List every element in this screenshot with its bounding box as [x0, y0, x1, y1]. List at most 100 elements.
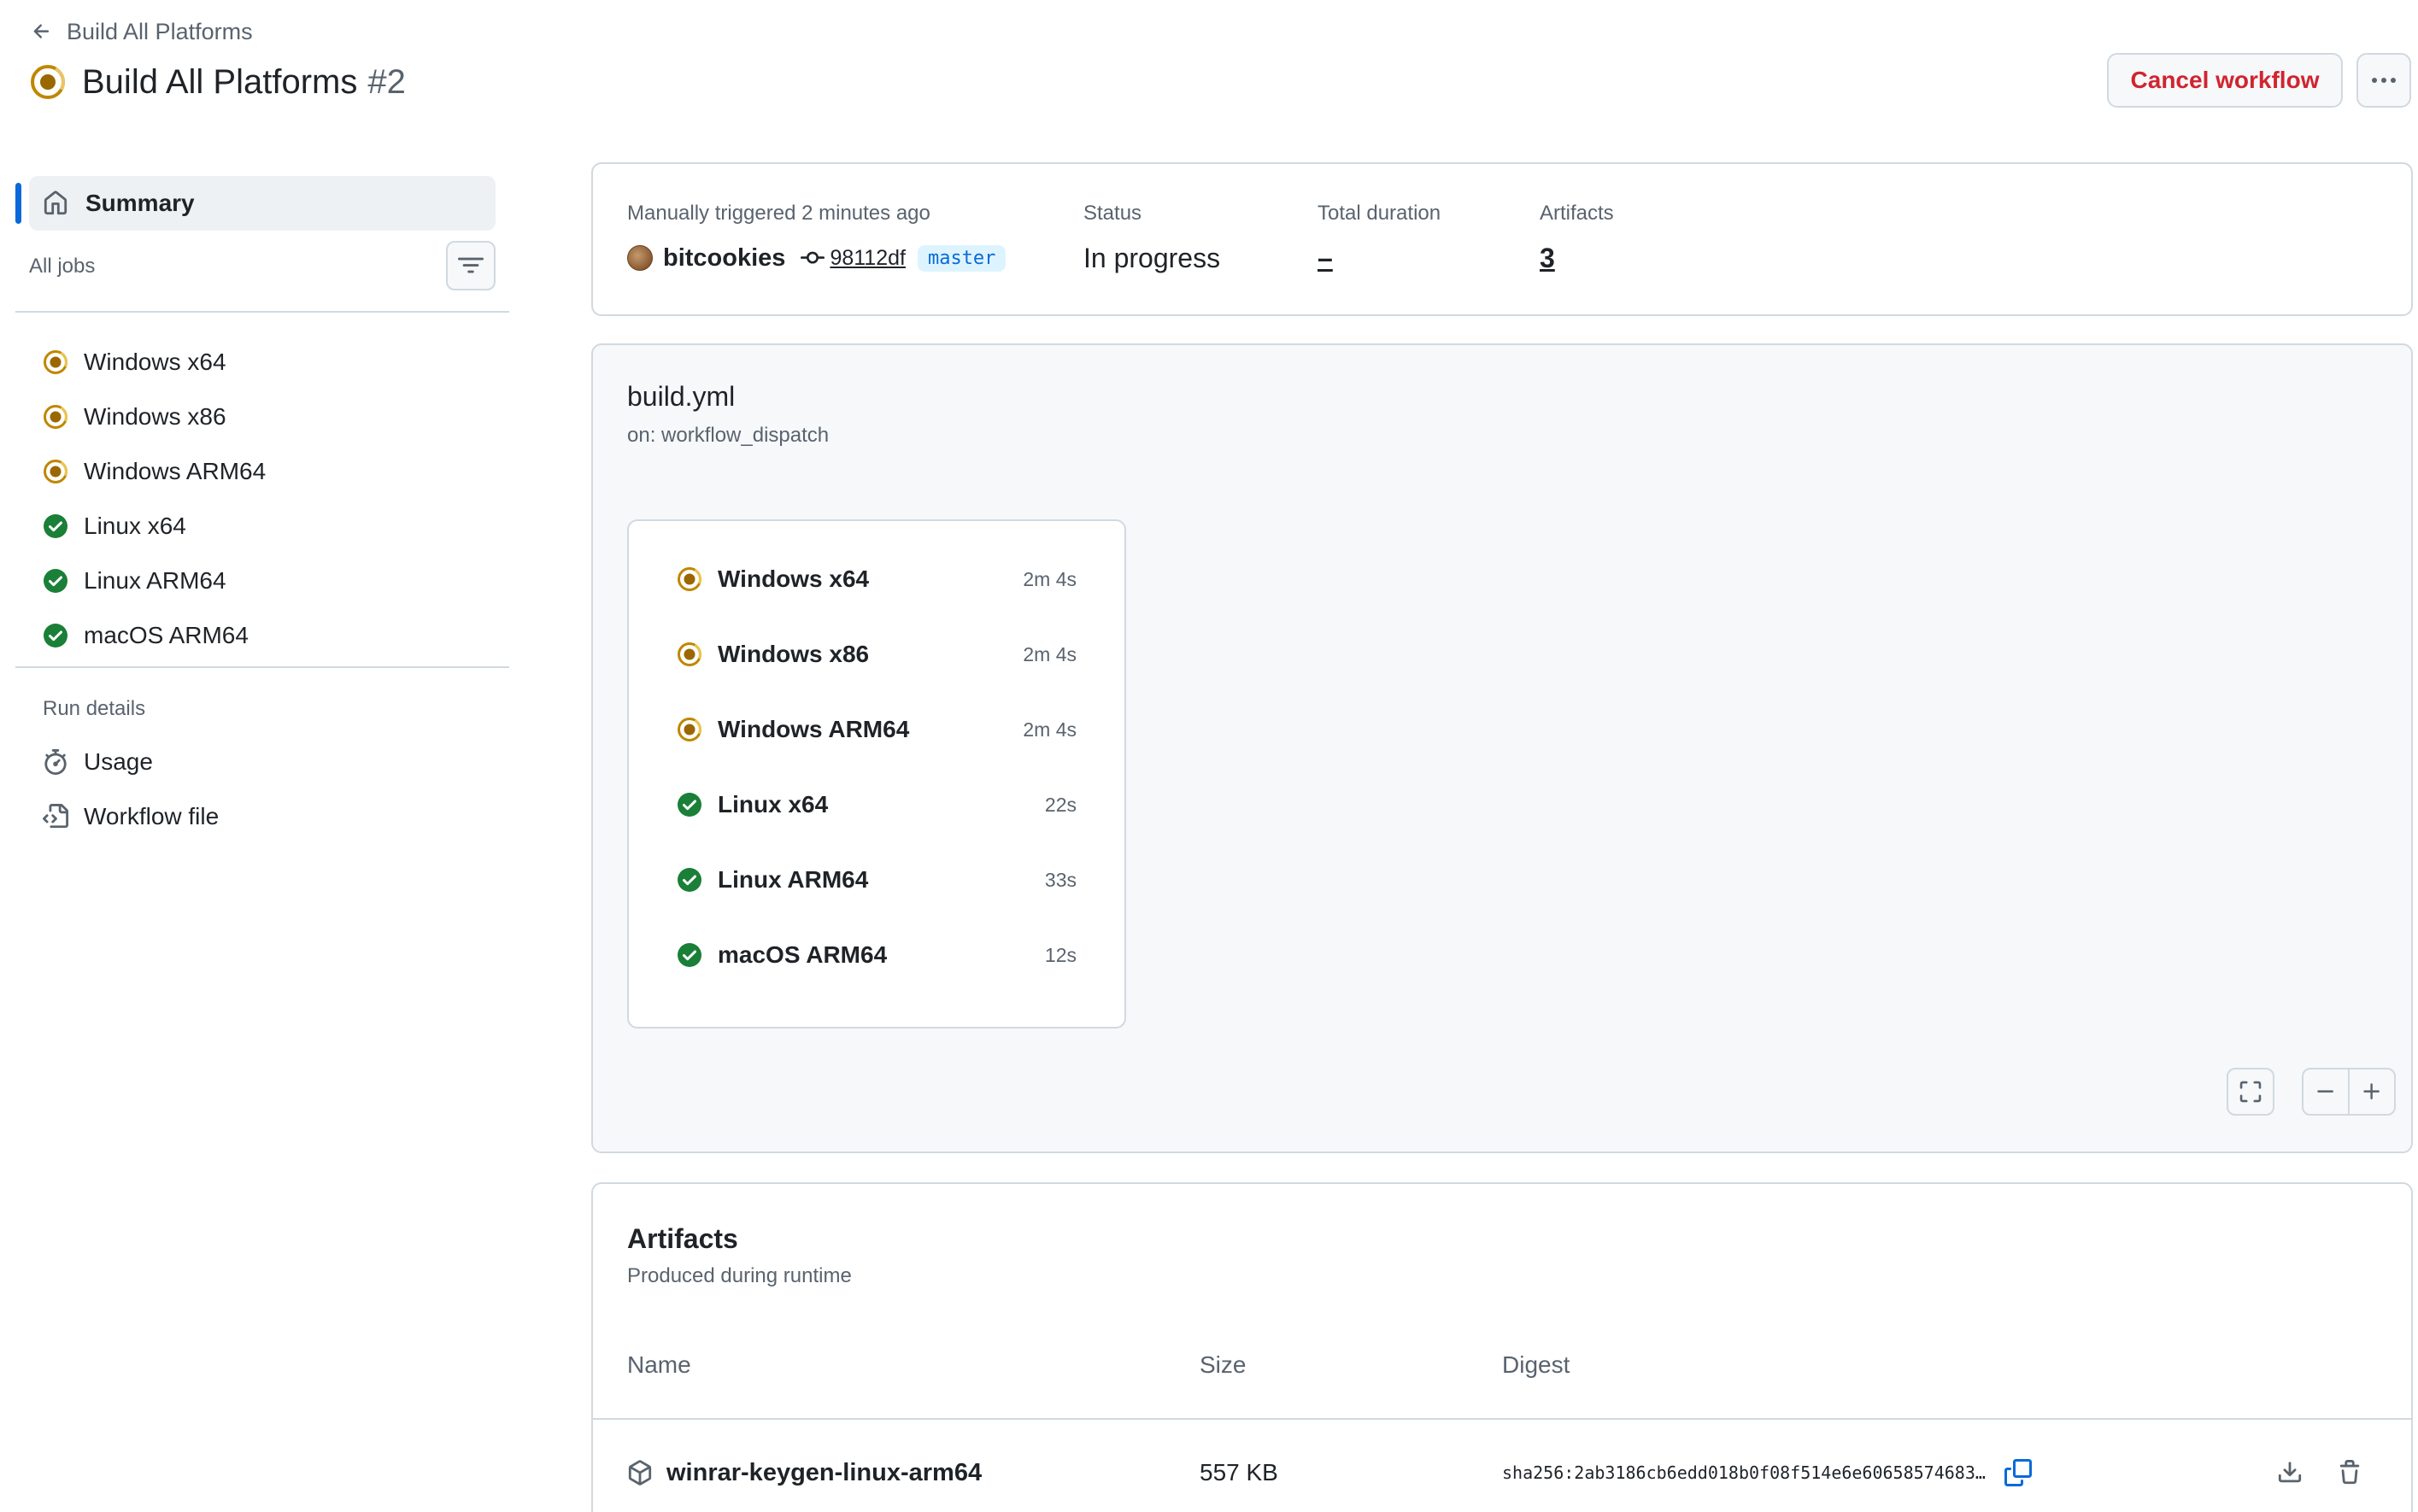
copy-digest-button[interactable]	[1998, 1452, 2039, 1493]
job-duration: 12s	[1044, 943, 1077, 966]
sidebar-item-workflow-file[interactable]: Workflow file	[43, 789, 487, 844]
job-name: Linux x64	[84, 513, 186, 539]
artifacts-count-label: Artifacts	[1540, 202, 1614, 225]
artifacts-subtitle: Produced during runtime	[627, 1264, 852, 1287]
zoom-in-button[interactable]	[2350, 1070, 2394, 1114]
check-circle-icon	[677, 942, 702, 968]
graph-job-linux-arm64[interactable]: Linux ARM64 33s	[629, 842, 1124, 917]
job-name: Linux x64	[718, 791, 829, 818]
column-header-name: Name	[627, 1351, 691, 1378]
job-group-card: Windows x64 2m 4s Windows x86 2m 4s Wind…	[627, 519, 1126, 1029]
graph-job-macos-arm64[interactable]: macOS ARM64 12s	[629, 917, 1124, 993]
sidebar-divider	[15, 666, 509, 668]
artifact-digest-cell: sha256:2ab3186cb6edd018b0f08f514e6e60658…	[1502, 1452, 2039, 1493]
plus-icon	[2363, 1083, 2380, 1099]
sidebar-job-windows-arm64[interactable]: Windows ARM64	[43, 444, 504, 499]
check-circle-icon	[43, 623, 68, 648]
job-duration: 33s	[1044, 868, 1077, 891]
job-name: Windows ARM64	[718, 716, 910, 742]
in-progress-icon	[677, 642, 702, 667]
in-progress-icon	[43, 404, 68, 430]
usage-label: Usage	[84, 748, 153, 775]
file-code-icon	[43, 804, 68, 829]
copy-icon	[2004, 1459, 2032, 1486]
check-circle-icon	[677, 867, 702, 893]
filter-icon	[458, 257, 484, 273]
dash-icon	[2317, 1090, 2333, 1093]
sidebar: Summary All jobs Windows x64 Windows x86…	[0, 0, 513, 1512]
git-commit-icon	[801, 251, 825, 264]
filter-jobs-button[interactable]	[446, 241, 496, 290]
stopwatch-icon	[44, 749, 67, 775]
trash-icon	[2339, 1460, 2360, 1485]
sidebar-item-usage[interactable]: Usage	[43, 735, 487, 789]
sidebar-job-macos-arm64[interactable]: macOS ARM64	[43, 608, 504, 663]
workflow-trigger: on: workflow_dispatch	[627, 424, 830, 447]
zoom-controls	[2302, 1068, 2396, 1116]
graph-job-windows-arm64[interactable]: Windows ARM64 2m 4s	[629, 692, 1124, 767]
job-duration: 22s	[1044, 793, 1077, 816]
duration-column: Total duration –	[1318, 202, 1441, 275]
package-icon	[628, 1460, 652, 1486]
in-progress-icon	[43, 459, 68, 484]
in-progress-icon	[677, 717, 702, 742]
branch-badge[interactable]: master	[917, 244, 1007, 272]
artifact-name: winrar-keygen-linux-arm64	[666, 1458, 983, 1486]
artifact-digest: sha256:2ab3186cb6edd018b0f08f514e6e60658…	[1502, 1462, 1986, 1483]
job-name: Linux ARM64	[84, 567, 226, 594]
active-indicator	[15, 183, 21, 224]
home-icon	[44, 190, 67, 215]
column-header-size: Size	[1200, 1351, 1247, 1378]
sidebar-job-windows-x64[interactable]: Windows x64	[43, 335, 504, 390]
summary-label: Summary	[85, 190, 195, 216]
graph-job-windows-x86[interactable]: Windows x86 2m 4s	[629, 617, 1124, 692]
sidebar-divider	[15, 311, 509, 313]
artifacts-column: Artifacts 3	[1540, 202, 1614, 275]
sidebar-job-linux-x64[interactable]: Linux x64	[43, 499, 504, 554]
workflow-file-name: build.yml	[627, 381, 736, 412]
job-duration: 2m 4s	[1023, 718, 1077, 741]
duration-value[interactable]: –	[1318, 241, 1441, 275]
artifact-actions	[2269, 1452, 2370, 1493]
cancel-workflow-button[interactable]: Cancel workflow	[2107, 53, 2343, 108]
kebab-horizontal-icon	[2372, 78, 2396, 83]
status-column: Status In progress	[1083, 202, 1220, 275]
check-circle-icon	[43, 568, 68, 594]
job-name: Windows x64	[84, 349, 226, 375]
duration-label: Total duration	[1318, 202, 1441, 225]
trigger-column: Manually triggered 2 minutes ago bitcook…	[627, 202, 1007, 275]
graph-job-windows-x64[interactable]: Windows x64 2m 4s	[629, 542, 1124, 617]
sidebar-item-summary[interactable]: Summary	[29, 176, 496, 231]
artifacts-title: Artifacts	[627, 1223, 738, 1254]
fullscreen-button[interactable]	[2227, 1068, 2274, 1116]
graph-job-linux-x64[interactable]: Linux x64 22s	[629, 767, 1124, 842]
download-icon	[2278, 1462, 2302, 1483]
delete-artifact-button[interactable]	[2329, 1452, 2370, 1493]
table-header-divider	[593, 1418, 2411, 1420]
job-name: Windows x86	[718, 641, 870, 667]
in-progress-icon	[43, 349, 68, 375]
more-options-button[interactable]	[2356, 53, 2411, 108]
artifacts-panel: Artifacts Produced during runtime Name S…	[591, 1182, 2413, 1512]
artifact-link[interactable]: winrar-keygen-linux-arm64	[627, 1459, 982, 1487]
job-duration: 2m 4s	[1023, 642, 1077, 665]
sidebar-job-linux-arm64[interactable]: Linux ARM64	[43, 554, 504, 608]
artifacts-count-value[interactable]: 3	[1540, 241, 1614, 275]
job-name: Windows x64	[718, 566, 870, 592]
check-circle-icon	[43, 513, 68, 539]
zoom-out-button[interactable]	[2304, 1070, 2348, 1114]
sidebar-job-windows-x86[interactable]: Windows x86	[43, 390, 504, 444]
download-artifact-button[interactable]	[2269, 1452, 2310, 1493]
job-name: macOS ARM64	[718, 941, 888, 968]
run-summary-panel: Manually triggered 2 minutes ago bitcook…	[591, 162, 2413, 316]
commit-link[interactable]: 98112df	[801, 246, 906, 271]
all-jobs-label: All jobs	[29, 255, 96, 278]
job-name: Windows x86	[84, 403, 226, 430]
actor[interactable]: bitcookies	[627, 244, 785, 273]
run-details-list: Usage Workflow file	[43, 735, 487, 844]
artifact-size: 557 KB	[1200, 1459, 1278, 1486]
workflow-file-label: Workflow file	[84, 803, 220, 829]
job-name: Linux ARM64	[718, 866, 869, 893]
job-list: Windows x64 Windows x86 Windows ARM64 Li…	[43, 335, 504, 663]
in-progress-icon	[677, 566, 702, 592]
